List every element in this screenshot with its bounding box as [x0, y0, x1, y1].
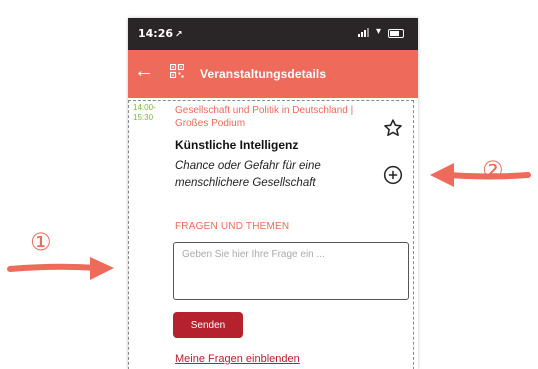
phone-screen: 14:26 ↗ ▾ ← Veranstaltungsdetails 14:00-1… — [128, 18, 418, 369]
annotation-marker-1: ① — [30, 228, 52, 256]
annotation-arrow-2 — [430, 163, 531, 187]
event-title: Künstliche Intelligenz — [175, 138, 299, 152]
status-icons: ▾ — [358, 26, 408, 39]
questions-heading: FRAGEN UND THEMEN — [175, 221, 290, 232]
add-circle-icon[interactable] — [383, 165, 403, 185]
show-my-questions-link[interactable]: Meine Fragen einblenden — [175, 353, 300, 365]
event-time: 14:00-15:30 — [133, 103, 156, 122]
location-arrow-icon: ↗ — [175, 30, 183, 40]
page-title: Veranstaltungsdetails — [200, 67, 327, 81]
back-arrow-icon[interactable]: ← — [134, 61, 154, 81]
status-bar: 14:26 ↗ ▾ — [128, 18, 418, 50]
app-bar: ← Veranstaltungsdetails — [128, 50, 418, 98]
battery-icon — [388, 29, 404, 38]
send-button[interactable]: Senden — [173, 312, 243, 338]
signal-icon — [358, 28, 372, 37]
status-time: 14:26 ↗ — [138, 27, 183, 40]
event-subtitle: Chance oder Gefahr für eine menschlicher… — [175, 160, 321, 189]
wifi-icon: ▾ — [376, 26, 382, 37]
question-input[interactable] — [173, 242, 409, 300]
qr-code-icon[interactable] — [170, 64, 184, 78]
event-card: 14:00-15:30 Gesellschaft und Politik in … — [128, 100, 414, 369]
annotation-arrow-1 — [7, 257, 114, 280]
star-icon[interactable] — [383, 118, 403, 138]
event-category: Gesellschaft und Politik in Deutschland … — [175, 105, 354, 129]
